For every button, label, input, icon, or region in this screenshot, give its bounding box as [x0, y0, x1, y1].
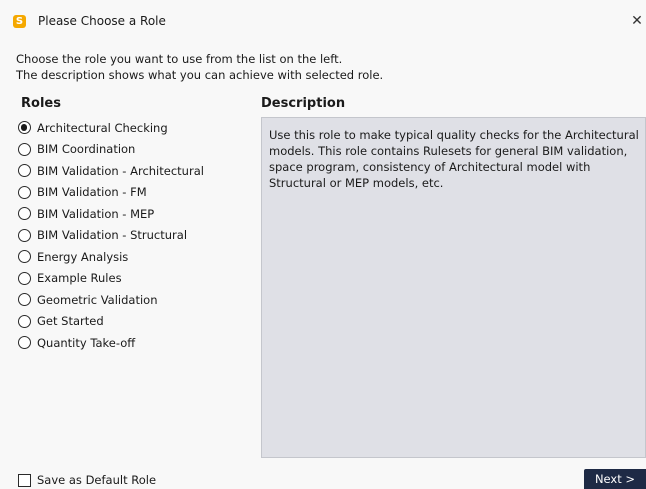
role-label: Geometric Validation [37, 292, 158, 307]
radio-button[interactable] [18, 228, 31, 242]
intro-text: Choose the role you want to use from the… [16, 51, 383, 83]
description-line: Structural or MEP models, etc. [269, 176, 444, 190]
radio-button[interactable] [18, 336, 31, 350]
role-option[interactable]: BIM Validation - MEP [18, 203, 256, 225]
role-label: Architectural Checking [37, 120, 168, 135]
intro-line-1: Choose the role you want to use from the… [16, 52, 343, 66]
save-default-role-label: Save as Default Role [37, 473, 157, 487]
description-line: Use this role to make typical quality ch… [269, 128, 639, 142]
radio-button[interactable] [18, 314, 31, 328]
radio-button[interactable] [18, 185, 31, 199]
roles-heading: Roles [21, 96, 61, 111]
role-label: Quantity Take-off [37, 335, 136, 350]
app-logo-icon: S [13, 15, 26, 28]
role-label: BIM Validation - FM [37, 185, 147, 200]
close-button[interactable]: ✕ [628, 12, 646, 30]
intro-line-2: The description shows what you can achie… [16, 68, 384, 82]
radio-button[interactable] [18, 293, 31, 307]
role-option[interactable]: Quantity Take-off [18, 332, 256, 354]
role-option[interactable]: BIM Validation - FM [18, 182, 256, 204]
role-label: BIM Validation - Structural [37, 228, 188, 243]
role-option[interactable]: Get Started [18, 311, 256, 333]
radio-button[interactable] [18, 250, 31, 264]
description-line: models. This role contains Rulesets for … [269, 144, 628, 158]
role-label: Get Started [37, 314, 104, 329]
description-heading: Description [261, 96, 346, 111]
role-label: BIM Validation - Architectural [37, 163, 204, 178]
radio-button[interactable] [18, 164, 31, 178]
description-panel: Use this role to make typical quality ch… [261, 117, 646, 458]
roles-list: Architectural Checking BIM Coordination BI… [18, 117, 256, 354]
description-line: space program, consistency of Architectu… [269, 160, 591, 174]
radio-button[interactable] [18, 121, 31, 135]
close-icon: ✕ [631, 13, 643, 29]
checkbox-box[interactable] [18, 473, 31, 487]
role-label: Energy Analysis [37, 249, 129, 264]
role-option[interactable]: Architectural Checking [18, 117, 256, 139]
next-button[interactable]: Next > [584, 469, 646, 489]
choose-role-dialog: S Please Choose a Role ✕ Choose the role… [0, 0, 646, 489]
role-option[interactable]: Example Rules [18, 268, 256, 290]
role-label: Example Rules [37, 271, 122, 286]
dialog-title: Please Choose a Role [38, 14, 166, 28]
role-label: BIM Validation - MEP [37, 206, 155, 221]
description-text: Use this role to make typical quality ch… [269, 127, 645, 191]
role-label: BIM Coordination [37, 142, 136, 157]
role-option[interactable]: BIM Coordination [18, 139, 256, 161]
save-default-role-checkbox[interactable]: Save as Default Role [18, 472, 156, 488]
title-bar: S Please Choose a Role ✕ [0, 0, 646, 38]
role-option[interactable]: BIM Validation - Structural [18, 225, 256, 247]
role-option[interactable]: BIM Validation - Architectural [18, 160, 256, 182]
role-option[interactable]: Energy Analysis [18, 246, 256, 268]
role-option[interactable]: Geometric Validation [18, 289, 256, 311]
radio-button[interactable] [18, 207, 31, 221]
radio-button[interactable] [18, 271, 31, 285]
radio-button[interactable] [18, 142, 31, 156]
